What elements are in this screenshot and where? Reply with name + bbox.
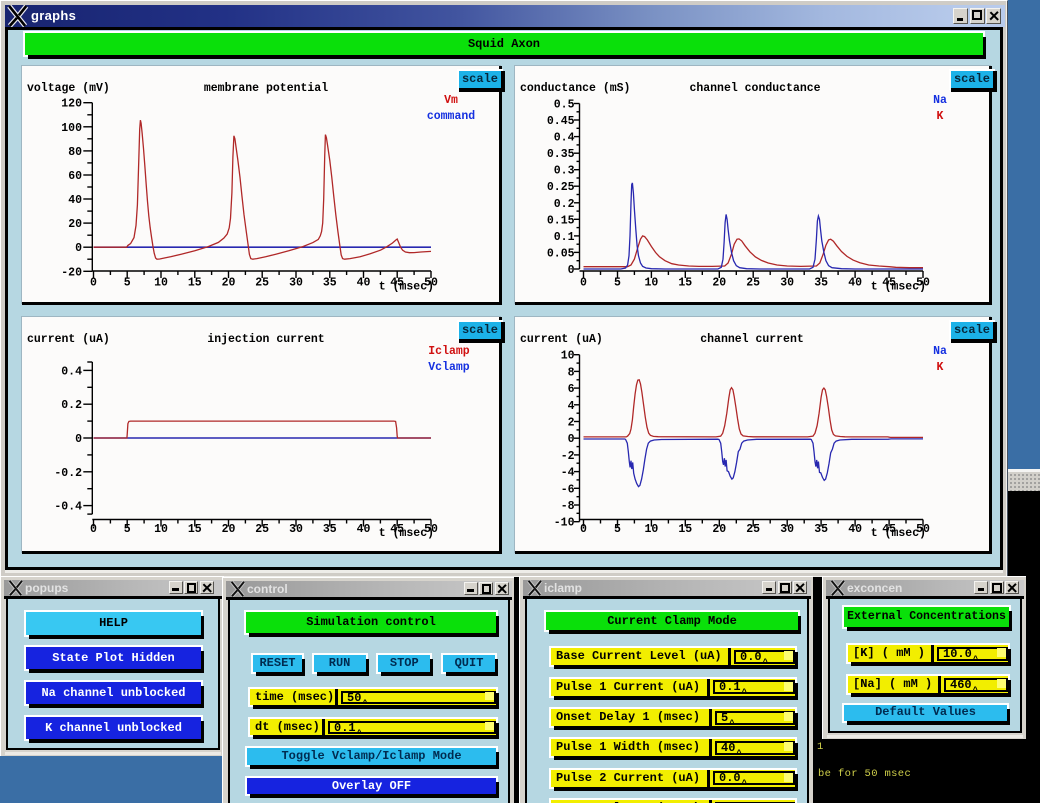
svg-text:Na: Na	[933, 94, 947, 107]
svg-text:channel conductance: channel conductance	[689, 82, 820, 95]
svg-text:40: 40	[68, 194, 82, 207]
svg-text:0.4: 0.4	[554, 132, 575, 145]
svg-text:30: 30	[780, 277, 794, 290]
svg-text:-4: -4	[561, 467, 575, 480]
svg-text:0: 0	[75, 433, 82, 446]
svg-text:0: 0	[75, 242, 82, 255]
svg-text:35: 35	[814, 523, 828, 536]
svg-text:Na: Na	[933, 345, 947, 358]
svg-text:current (uA): current (uA)	[27, 333, 110, 346]
svg-text:40: 40	[848, 523, 862, 536]
svg-text:40: 40	[357, 523, 371, 536]
svg-text:membrane potential: membrane potential	[204, 82, 328, 95]
svg-text:K: K	[937, 110, 944, 123]
svg-text:35: 35	[323, 277, 337, 290]
svg-text:10: 10	[154, 277, 168, 290]
svg-text:t (msec): t (msec)	[871, 281, 926, 294]
svg-text:5: 5	[614, 277, 621, 290]
svg-text:10: 10	[644, 277, 658, 290]
svg-text:15: 15	[188, 277, 202, 290]
svg-text:current (uA): current (uA)	[520, 333, 603, 346]
svg-text:25: 25	[746, 277, 760, 290]
svg-text:15: 15	[678, 523, 692, 536]
svg-text:0: 0	[568, 433, 575, 446]
svg-text:30: 30	[289, 277, 303, 290]
svg-text:0.4: 0.4	[61, 365, 82, 378]
svg-text:0: 0	[580, 523, 587, 536]
svg-text:20: 20	[68, 218, 82, 231]
svg-text:100: 100	[61, 122, 82, 135]
svg-text:injection current: injection current	[207, 333, 324, 346]
svg-text:0: 0	[90, 523, 97, 536]
svg-text:K: K	[937, 361, 944, 374]
svg-text:-0.4: -0.4	[54, 501, 82, 514]
svg-text:30: 30	[289, 523, 303, 536]
svg-text:40: 40	[357, 277, 371, 290]
svg-text:command: command	[427, 110, 475, 123]
svg-text:0.15: 0.15	[547, 214, 575, 227]
svg-text:0: 0	[568, 264, 575, 277]
svg-text:80: 80	[68, 146, 82, 159]
svg-text:0: 0	[90, 277, 97, 290]
svg-text:5: 5	[124, 523, 131, 536]
svg-text:25: 25	[255, 277, 269, 290]
svg-text:5: 5	[614, 523, 621, 536]
svg-text:Vm: Vm	[444, 94, 458, 107]
svg-text:20: 20	[712, 277, 726, 290]
svg-text:35: 35	[323, 523, 337, 536]
svg-text:30: 30	[780, 523, 794, 536]
svg-text:0.1: 0.1	[554, 231, 575, 244]
svg-text:-20: -20	[61, 266, 82, 279]
svg-text:0.05: 0.05	[547, 247, 575, 260]
svg-text:Vclamp: Vclamp	[428, 361, 470, 374]
svg-text:120: 120	[61, 98, 82, 111]
svg-text:t (msec): t (msec)	[871, 527, 926, 540]
svg-text:voltage (mV): voltage (mV)	[27, 82, 110, 95]
svg-text:0.35: 0.35	[547, 148, 575, 161]
svg-text:0.3: 0.3	[554, 165, 575, 178]
svg-text:-8: -8	[561, 500, 575, 513]
svg-text:2: 2	[568, 417, 575, 430]
svg-text:20: 20	[712, 523, 726, 536]
svg-text:15: 15	[188, 523, 202, 536]
svg-text:60: 60	[68, 170, 82, 183]
svg-text:conductance (mS): conductance (mS)	[520, 82, 630, 95]
svg-text:10: 10	[644, 523, 658, 536]
svg-text:-0.2: -0.2	[54, 467, 82, 480]
svg-text:15: 15	[678, 277, 692, 290]
svg-text:40: 40	[848, 277, 862, 290]
svg-text:channel current: channel current	[700, 333, 804, 346]
svg-text:0.5: 0.5	[554, 99, 575, 112]
svg-text:-10: -10	[554, 517, 575, 530]
svg-text:t (msec): t (msec)	[379, 281, 434, 294]
svg-text:0.45: 0.45	[547, 115, 575, 128]
svg-text:0: 0	[580, 277, 587, 290]
svg-text:5: 5	[124, 277, 131, 290]
svg-text:0.2: 0.2	[554, 198, 575, 211]
svg-text:-2: -2	[561, 450, 575, 463]
svg-text:Iclamp: Iclamp	[428, 345, 470, 358]
svg-text:25: 25	[255, 523, 269, 536]
svg-text:10: 10	[154, 523, 168, 536]
svg-text:-6: -6	[561, 483, 575, 496]
svg-text:0.2: 0.2	[61, 399, 82, 412]
svg-text:35: 35	[814, 277, 828, 290]
svg-text:6: 6	[568, 383, 575, 396]
svg-text:t (msec): t (msec)	[379, 527, 434, 540]
svg-text:20: 20	[222, 523, 236, 536]
svg-text:10: 10	[561, 350, 575, 363]
svg-text:4: 4	[568, 400, 575, 413]
svg-text:25: 25	[746, 523, 760, 536]
svg-text:8: 8	[568, 366, 575, 379]
svg-text:0.25: 0.25	[547, 181, 575, 194]
svg-text:20: 20	[222, 277, 236, 290]
